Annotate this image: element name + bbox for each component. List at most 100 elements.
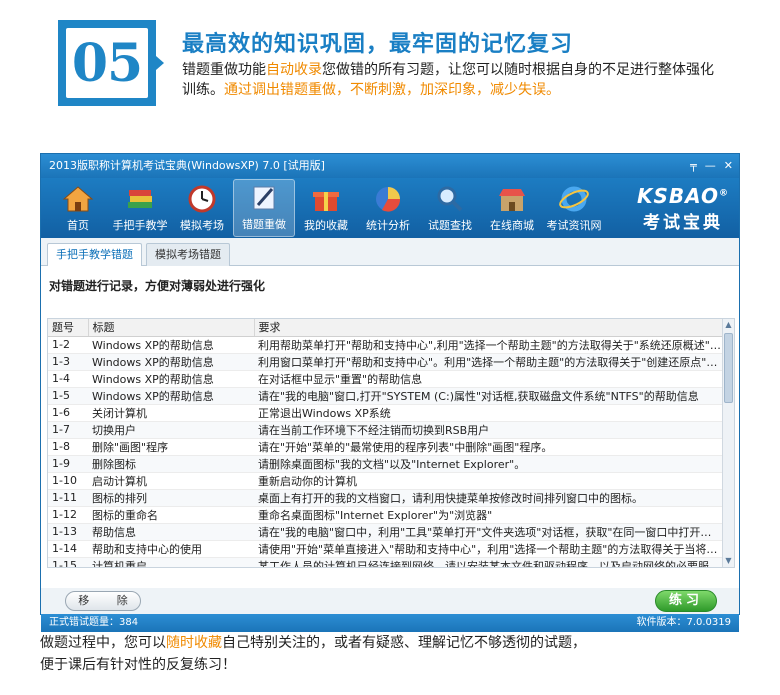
cell-requirement: 某工作人员的计算机已经连接到网络，请以安装某本文件和驱动程序，以及启动网络的必要… [254,557,722,567]
table-row[interactable]: 1-4 Windows XP的帮助信息 在对话框中显示"重置"的帮助信息 [48,370,722,388]
table-row[interactable]: 1-12 图标的重命名 重命名桌面图标"Internet Explorer"为"浏览… [48,506,722,524]
cell-title: 图标的重命名 [88,506,254,524]
cell-number: 1-14 [48,540,88,558]
table-row[interactable]: 1-5 Windows XP的帮助信息 请在"我的电脑"窗口,打开"SYSTEM (… [48,387,722,405]
footer-text-b: 自己特别关注的，或者有疑惑、理解记忆不够透彻的试题， [222,635,586,651]
cell-number: 1-3 [48,353,88,371]
tab-tutorial-errors[interactable]: 手把手教学错题 [47,243,142,267]
cell-title: Windows XP的帮助信息 [88,387,254,405]
desc-orange-text: 通过调出错题重做，不断刺激，加深印象，减少失误。 [224,82,560,98]
footer-line-1: 做题过程中，您可以随时收藏自己特别关注的，或者有疑惑、理解记忆不够透彻的试题， [40,632,740,654]
cell-requirement: 请删除桌面图标"我的文档"以及"Internet Explorer"。 [254,455,722,473]
cell-title: 帮助信息 [88,523,254,541]
cell-requirement: 重新启动你的计算机 [254,472,722,490]
toolbar-statistics[interactable]: 统计分析 [357,179,419,237]
cell-number: 1-10 [48,472,88,490]
app-window: 2013版职称计算机考试宝典(WindowsXP) 7.0 [试用版] ╤ — … [40,153,740,632]
table-row[interactable]: 1-9 删除图标 请删除桌面图标"我的文档"以及"Internet Explorer… [48,455,722,473]
step-number-badge: 05 [58,20,156,106]
toolbar-label: 错题重做 [242,218,286,231]
window-title: 2013版职称计算机考试宝典(WindowsXP) 7.0 [试用版] [49,159,325,172]
shop-icon [499,189,525,211]
cell-number: 1-13 [48,523,88,541]
books-icon [128,190,152,208]
menu-icon[interactable]: ╤ [690,154,697,178]
toolbar-label: 在线商城 [490,219,534,232]
column-header-number[interactable]: 题号 [48,319,89,337]
table-scrollbar[interactable]: ▲ ▼ [722,319,734,567]
cell-title: 帮助和支持中心的使用 [88,540,254,558]
notice-text: 对错题进行记录，方便对薄弱处进行强化 [49,279,266,293]
minimize-icon[interactable]: — [705,154,716,178]
table-row[interactable]: 1-10 启动计算机 重新启动你的计算机 [48,472,722,490]
toolbar-home[interactable]: 首页 [47,179,109,237]
cell-requirement: 利用帮助菜单打开"帮助和支持中心",利用"选择一个帮助主题"的方法取得关于"系统… [254,336,722,354]
cell-title: 图标的排列 [88,489,254,507]
step-number: 05 [66,28,148,98]
toolbar-label: 我的收藏 [304,219,348,232]
software-version: 软件版本：7.0.0319 [636,617,731,628]
toolbar-label: 试题查找 [428,219,472,232]
toolbar-label: 手把手教学 [112,219,168,232]
table-header-row: 题号 标题 要求 [48,319,723,337]
toolbar-label: 考试资讯网 [546,219,602,232]
cell-title: 删除图标 [88,455,254,473]
action-bar: 移 除 练习 [41,588,739,614]
brand-registered-mark: ® [719,188,729,199]
toolbar-redo-errors[interactable]: 错题重做 [233,179,295,237]
cell-number: 1-2 [48,336,88,354]
cell-requirement: 请在当前工作环境下不经注销而切换到RSB用户 [254,421,722,439]
cell-number: 1-15 [48,557,88,567]
toolbar-online-shop[interactable]: 在线商城 [481,179,543,237]
table-row[interactable]: 1-7 切换用户 请在当前工作环境下不经注销而切换到RSB用户 [48,421,722,439]
error-count: 正式错试题量：384 [49,617,139,628]
cell-number: 1-11 [48,489,88,507]
cell-title: 关闭计算机 [88,404,254,422]
cell-number: 1-6 [48,404,88,422]
gift-box-icon [313,192,339,211]
cell-title: 切换用户 [88,421,254,439]
cell-requirement: 请在"我的电脑"窗口中，利用"工具"菜单打开"文件夹选项"对话框，获取"在同一窗… [254,523,722,541]
scroll-down-icon[interactable]: ▼ [723,555,734,567]
close-icon[interactable]: ✕ [724,154,733,178]
cell-title: Windows XP的帮助信息 [88,353,254,371]
cell-requirement: 请在"我的电脑"窗口,打开"SYSTEM (C:)属性"对话框,获取磁盘文件系统… [254,387,722,405]
toolbar-search[interactable]: 试题查找 [419,179,481,237]
tab-mock-exam-errors[interactable]: 模拟考场错题 [146,243,230,266]
cell-title: Windows XP的帮助信息 [88,336,254,354]
footer-caption: 做题过程中，您可以随时收藏自己特别关注的，或者有疑惑、理解记忆不够透彻的试题， … [40,632,740,676]
brand-name-cn: 考试宝典 [642,213,723,233]
toolbar-tutorial[interactable]: 手把手教学 [109,179,171,237]
pie-chart-icon [376,187,401,212]
column-header-requirement[interactable]: 要求 [254,319,723,337]
column-header-title[interactable]: 标题 [88,319,255,337]
table-row[interactable]: 1-3 Windows XP的帮助信息 利用窗口菜单打开"帮助和支持中心"。利用"选… [48,353,722,371]
table-row[interactable]: 1-13 帮助信息 请在"我的电脑"窗口中，利用"工具"菜单打开"文件夹选项"对话框… [48,523,722,541]
cell-requirement: 请使用"开始"菜单直接进入"帮助和支持中心"，利用"选择一个帮助主题"的方法取得… [254,540,722,558]
magnifier-icon [437,186,463,212]
toolbar-exam-news[interactable]: 考试资讯网 [543,179,605,237]
toolbar-label: 首页 [67,219,89,232]
scroll-up-icon[interactable]: ▲ [723,319,734,331]
practice-button[interactable]: 练习 [655,590,717,612]
table-row[interactable]: 1-8 删除"画图"程序 请在"开始"菜单的"最常使用的程序列表"中删除"画图"程序… [48,438,722,456]
desc-highlight: 自动收录 [266,62,322,78]
footer-text-a: 做题过程中，您可以 [40,635,166,651]
title-bar: 2013版职称计算机考试宝典(WindowsXP) 7.0 [试用版] ╤ — … [41,154,739,178]
toolbar-mock-exam[interactable]: 模拟考场 [171,179,233,237]
ie-globe-icon [559,186,589,212]
scroll-thumb[interactable] [724,333,733,403]
toolbar-favorites[interactable]: 我的收藏 [295,179,357,237]
remove-button[interactable]: 移 除 [65,591,141,611]
cell-number: 1-9 [48,455,88,473]
table-row[interactable]: 1-2 Windows XP的帮助信息 利用帮助菜单打开"帮助和支持中心",利用"选… [48,336,722,354]
cell-title: 启动计算机 [88,472,254,490]
error-table: 题号 标题 要求 1-2 Windows XP的帮助信息 利用帮助菜单打开"帮助和支… [47,318,735,568]
table-row[interactable]: 1-6 关闭计算机 正常退出Windows XP系统 [48,404,722,422]
brand-name-en: KSBAO [636,184,719,208]
table-row[interactable]: 1-15 计算机重启 某工作人员的计算机已经连接到网络，请以安装某本文件和驱动程序，… [48,557,722,567]
cell-requirement: 请在"开始"菜单的"最常使用的程序列表"中删除"画图"程序。 [254,438,722,456]
table-row[interactable]: 1-11 图标的排列 桌面上有打开的我的文档窗口，请利用快捷菜单按修改时间排列窗口中… [48,489,722,507]
cell-number: 1-5 [48,387,88,405]
table-row[interactable]: 1-14 帮助和支持中心的使用 请使用"开始"菜单直接进入"帮助和支持中心"，利用"… [48,540,722,558]
